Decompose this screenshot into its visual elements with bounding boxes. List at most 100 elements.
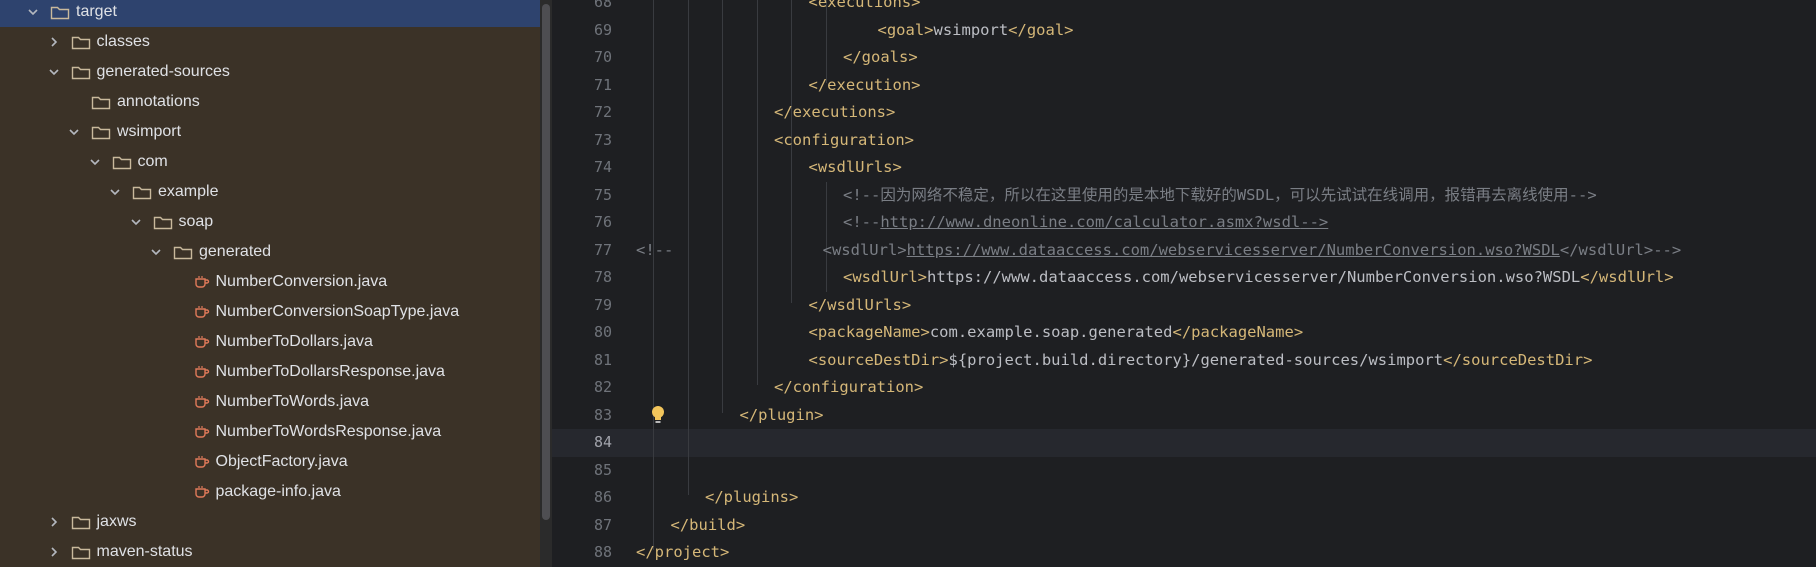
tree-item[interactable]: annotations: [0, 87, 540, 117]
tree-item-label: NumberToWordsResponse.java: [215, 423, 442, 440]
code-token: <: [877, 20, 887, 39]
code-line[interactable]: <!--因为网络不稳定，所以在这里使用的是本地下载好的WSDL，可以先试试在线调…: [843, 182, 1597, 210]
tree-item-label: generated-sources: [96, 63, 230, 80]
tree-item[interactable]: NumberConversionSoapType.java: [0, 297, 540, 327]
tree-item[interactable]: example: [0, 177, 540, 207]
code-line[interactable]: <sourceDestDir>${project.build.directory…: [809, 347, 1593, 375]
chevron-down-icon[interactable]: [67, 125, 81, 139]
current-line-highlight: [552, 429, 1816, 457]
code-token: </: [774, 378, 793, 396]
java-class-icon: [194, 484, 210, 500]
code-token: >: [1583, 350, 1593, 369]
tree-item-label: NumberToDollarsResponse.java: [215, 363, 445, 380]
code-line[interactable]: <wsdlUrls>: [809, 154, 902, 182]
code-token: >: [920, 323, 930, 341]
chevron-down-icon[interactable]: [26, 5, 40, 19]
code-token[interactable]: https://www.dataaccess.com/webservicesse…: [907, 241, 1560, 259]
code-token: >: [789, 488, 799, 506]
line-number: 75: [593, 185, 612, 204]
code-token: </: [808, 75, 828, 94]
code-token: goal: [1026, 20, 1065, 39]
code-line[interactable]: </project>: [636, 539, 729, 567]
code-token: >: [1064, 20, 1074, 39]
tree-item-label: NumberToWords.java: [215, 393, 370, 410]
chevron-down-icon[interactable]: [129, 215, 143, 229]
chevron-down-icon[interactable]: [47, 65, 61, 79]
line-number: 88: [593, 543, 612, 561]
code-token: </: [1580, 268, 1599, 286]
scrollbar-thumb[interactable]: [542, 4, 550, 520]
code-token: </: [705, 488, 724, 506]
tree-item[interactable]: target: [0, 0, 540, 27]
chevron-right-icon[interactable]: [47, 35, 61, 49]
line-number: 73: [593, 130, 612, 149]
tree-item[interactable]: NumberToWords.java: [0, 387, 540, 417]
code-line[interactable]: <configuration>: [774, 127, 914, 155]
code-line[interactable]: </goals>: [843, 44, 918, 72]
code-token: </: [843, 48, 862, 66]
code-token: <!--因为网络不稳定，所以在这里使用的是本地下载好的WSDL，可以先试试在线调…: [843, 185, 1597, 204]
code-token[interactable]: -->: [1300, 213, 1328, 231]
tree-item[interactable]: generated: [0, 237, 540, 267]
code-line[interactable]: <packageName>com.example.soap.generated<…: [809, 319, 1304, 347]
line-number: 81: [593, 350, 612, 369]
code-line[interactable]: </plugins>: [705, 484, 798, 512]
chevron-down-icon[interactable]: [149, 245, 163, 259]
chevron-right-icon[interactable]: [47, 545, 61, 559]
tree-item-label: com: [137, 153, 168, 170]
line-number: 82: [593, 378, 612, 396]
code-line[interactable]: <!--http://www.dneonline.com/calculator.…: [843, 209, 1328, 237]
tree-item[interactable]: soap: [0, 207, 540, 237]
tree-item[interactable]: wsimport: [0, 117, 540, 147]
line-number: 83: [593, 405, 612, 424]
project-tree-scrollbar[interactable]: [540, 0, 552, 567]
code-token: </wsdlUrl>-->: [1559, 240, 1682, 259]
code-token: >: [901, 295, 912, 314]
java-class-icon: [194, 394, 210, 410]
code-editor[interactable]: 68 69 70 71 72 73 74 75 76 77 78 79 80 81 82 83 84 85 86 87…: [552, 0, 1816, 567]
code-line[interactable]: </configuration>: [774, 374, 923, 402]
chevron-down-icon[interactable]: [88, 155, 102, 169]
line-number: 72: [593, 103, 612, 121]
code-line[interactable]: </build>: [671, 512, 746, 540]
code-line[interactable]: </wsdlUrls>: [809, 292, 912, 320]
project-tree: target classes generated-sources annotation…: [0, 0, 540, 567]
code-token: ${project.build.directory}/generated-sou…: [948, 350, 1444, 369]
code-line[interactable]: <wsdlUrl>https://www.dataaccess.com/webs…: [843, 264, 1674, 292]
code-token[interactable]: http://www.dneonline.com/calculator.asmx…: [880, 213, 1300, 231]
code-line[interactable]: </plugin>: [740, 402, 824, 430]
tree-item[interactable]: generated-sources: [0, 57, 540, 87]
tree-item[interactable]: NumberToDollars.java: [0, 327, 540, 357]
tree-item[interactable]: com: [0, 147, 540, 177]
folder-icon: [71, 514, 91, 530]
code-token: >: [911, 0, 921, 11]
tree-item[interactable]: maven-status: [0, 537, 540, 567]
code-line[interactable]: <goal>wsimport</goal>: [878, 17, 1074, 45]
chevron-down-icon[interactable]: [108, 185, 122, 199]
line-number: 84: [593, 433, 612, 451]
code-token: <: [808, 0, 818, 11]
tree-item[interactable]: jaxws: [0, 507, 540, 537]
code-line[interactable]: </execution>: [809, 72, 921, 100]
code-token: >: [908, 48, 918, 66]
code-token: configuration: [783, 130, 905, 149]
code-line[interactable]: </executions>: [774, 99, 895, 127]
chevron-right-icon[interactable]: [47, 515, 61, 529]
lightbulb-icon[interactable]: [650, 405, 666, 425]
tree-item-label: classes: [96, 33, 150, 50]
folder-icon: [71, 34, 91, 50]
tree-item-label: NumberConversion.java: [215, 273, 388, 290]
tree-item-label: NumberConversionSoapType.java: [215, 303, 460, 320]
tree-item[interactable]: ObjectFactory.java: [0, 447, 540, 477]
tree-item[interactable]: classes: [0, 27, 540, 57]
tree-item[interactable]: NumberConversion.java: [0, 267, 540, 297]
code-line[interactable]: <!-- <wsdlUrl>https://www.dataaccess.com…: [636, 237, 1681, 265]
line-number: 70: [593, 48, 612, 66]
code-line[interactable]: <executions>: [809, 0, 921, 17]
code-token: </: [1172, 323, 1192, 341]
tree-item-label: package-info.java: [215, 483, 341, 500]
tree-item[interactable]: package-info.java: [0, 477, 540, 507]
tree-item[interactable]: NumberToDollarsResponse.java: [0, 357, 540, 387]
code-token: execution: [827, 75, 912, 94]
tree-item[interactable]: NumberToWordsResponse.java: [0, 417, 540, 447]
